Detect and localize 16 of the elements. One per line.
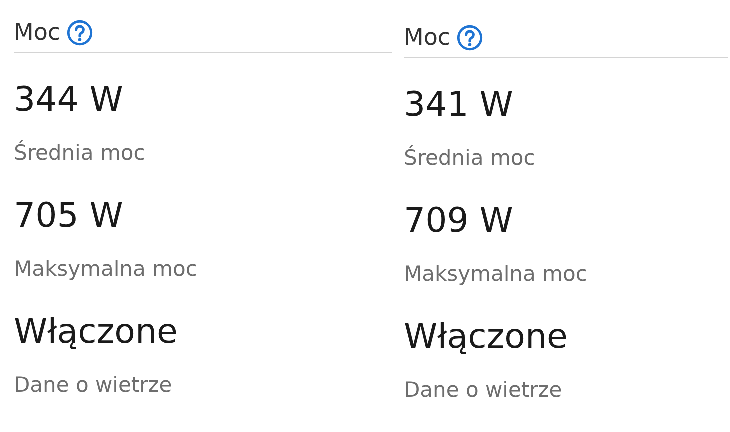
- section-title: Moc: [14, 19, 61, 48]
- stat-label: Maksymalna moc: [404, 261, 588, 288]
- stat-value: Włączone: [14, 312, 178, 352]
- stat-label: Dane o wietrze: [14, 372, 172, 399]
- stat-label: Maksymalna moc: [14, 256, 198, 283]
- stat-value: 341 W: [404, 85, 514, 125]
- stat-value: 709 W: [404, 201, 514, 241]
- stat-label: Średnia moc: [14, 140, 146, 167]
- help-icon[interactable]: [456, 25, 483, 51]
- stat-value: Włączone: [404, 317, 568, 357]
- stat-label: Średnia moc: [404, 144, 536, 172]
- stat-value: 344 W: [14, 80, 124, 120]
- section-title: Moc: [404, 24, 451, 53]
- help-icon[interactable]: [66, 20, 93, 46]
- stat-label: Dane o wietrze: [404, 377, 562, 404]
- stat-value: 705 W: [14, 196, 124, 236]
